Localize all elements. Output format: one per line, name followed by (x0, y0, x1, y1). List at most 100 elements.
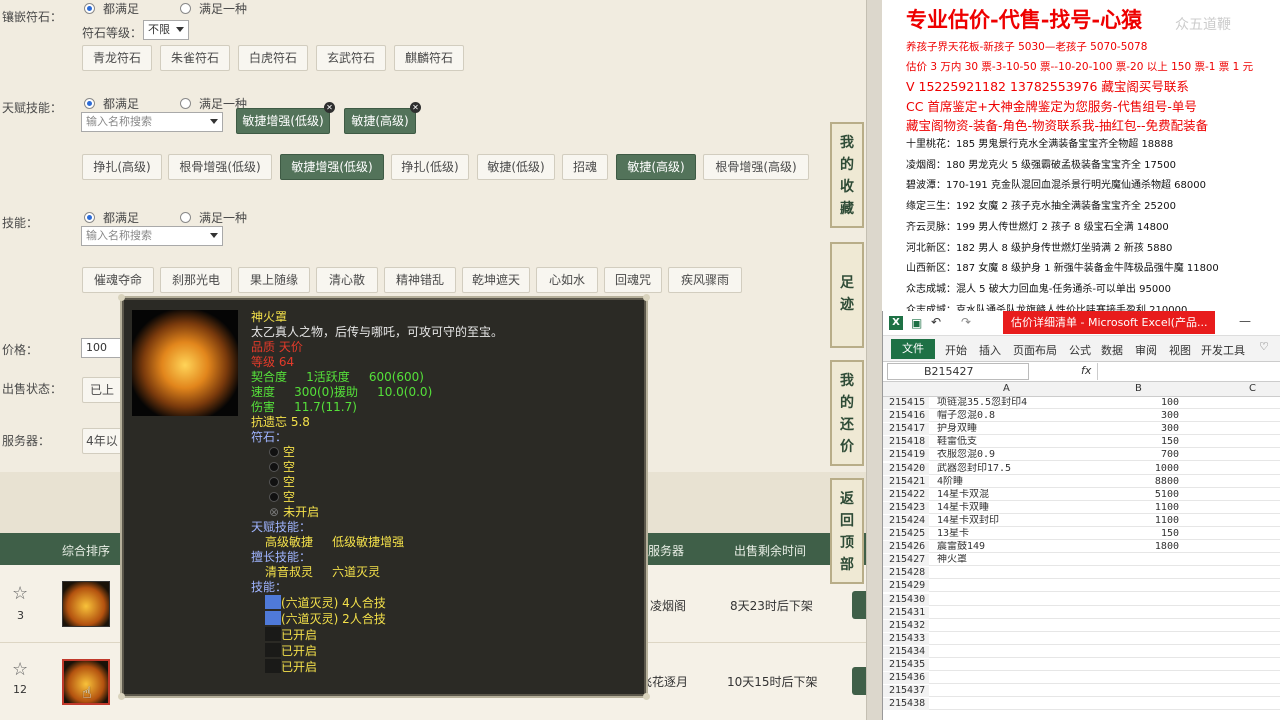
skill-button[interactable]: 心如水 (536, 267, 598, 293)
row-number[interactable]: 215420 (883, 462, 929, 475)
side-button-counteroffer[interactable]: 我的还价 (830, 360, 864, 466)
cell-b[interactable]: 150 (1079, 528, 1179, 540)
cell-a[interactable]: 鞋雷低支 (937, 436, 1077, 448)
sheet-row[interactable]: 215423 14星卡双睡 1100 (883, 501, 1280, 514)
row-number[interactable]: 215426 (883, 541, 929, 554)
sheet-row[interactable]: 215424 14星卡双封印 1100 (883, 514, 1280, 527)
row-number[interactable]: 215438 (883, 698, 929, 711)
sale-status-button[interactable]: 已上 (82, 377, 122, 403)
redo-icon[interactable]: ↷ (961, 315, 971, 329)
row-number[interactable]: 215427 (883, 554, 929, 567)
ribbon-tab[interactable]: 公式 (1069, 342, 1091, 358)
sheet-row[interactable]: 215425 13星卡 150 (883, 528, 1280, 540)
sheet-row[interactable]: 215433 (883, 632, 1280, 645)
cell-b[interactable]: 1800 (1079, 541, 1179, 553)
talent-button[interactable]: 根骨增强(高级) (703, 154, 809, 180)
name-box[interactable]: B215427 (887, 363, 1029, 380)
cell-a[interactable]: 14星卡双睡 (937, 502, 1077, 514)
cell-a[interactable]: 13星卡 (937, 528, 1077, 540)
cell-a[interactable]: 衣服忽混0.9 (937, 449, 1077, 461)
row-number[interactable]: 215422 (883, 488, 929, 501)
side-button-back-to-top[interactable]: 返回顶部 (830, 478, 864, 584)
sheet-row[interactable]: 215431 (883, 606, 1280, 619)
ribbon-tab-file[interactable]: 文件 (891, 339, 935, 359)
col-header[interactable]: B (1135, 382, 1142, 396)
sheet-row[interactable]: 215417 护身双睡 300 (883, 423, 1280, 436)
row-number[interactable]: 215428 (883, 567, 929, 580)
skill-button[interactable]: 精神错乱 (384, 267, 456, 293)
sheet-row[interactable]: 215434 (883, 645, 1280, 658)
cell-b[interactable]: 100 (1079, 397, 1179, 409)
cell-a[interactable]: 神火罩 (937, 554, 1077, 566)
row-number[interactable]: 215435 (883, 659, 929, 671)
side-button-favorites[interactable]: 我的收藏 (830, 122, 864, 228)
row-number[interactable]: 215433 (883, 632, 929, 645)
cell-a[interactable]: 14星卡双混 (937, 489, 1077, 501)
cell-b[interactable]: 1100 (1079, 515, 1179, 527)
rune-level-select[interactable]: 不限 (143, 20, 189, 40)
skill-button[interactable]: 疾风骤雨 (668, 267, 742, 293)
talent-button[interactable]: 招魂 (562, 154, 608, 180)
ribbon-tab[interactable]: 开发工具 (1201, 342, 1245, 358)
row-action-button[interactable] (852, 591, 866, 619)
ribbon-tab[interactable]: 视图 (1169, 342, 1191, 358)
item-thumbnail[interactable] (62, 581, 110, 627)
cell-a[interactable]: 项链混35.5忽封印4 (937, 397, 1077, 409)
cell-a[interactable]: 武器忽封印17.5 (937, 463, 1077, 475)
star-icon[interactable]: ☆ (12, 659, 28, 680)
rune-button-qinglong[interactable]: 青龙符石 (82, 45, 152, 71)
row-number[interactable]: 215416 (883, 410, 929, 423)
sheet-row[interactable]: 215421 4阶睡 8800 (883, 475, 1280, 488)
ribbon-tab[interactable]: 审阅 (1135, 342, 1157, 358)
talent-selected-chip[interactable]: 敏捷增强(低级) ✕ (236, 102, 335, 134)
cell-a[interactable]: 帽子忽混0.8 (937, 410, 1077, 422)
side-button-footprint[interactable]: 足迹 (830, 242, 864, 348)
skill-button[interactable]: 刹那光电 (160, 267, 232, 293)
skill-button[interactable]: 催魂夺命 (82, 267, 154, 293)
ribbon-tab[interactable]: 数据 (1101, 342, 1123, 358)
rune-button-xuanwu[interactable]: 玄武符石 (316, 45, 386, 71)
sheet-row[interactable]: 215416 帽子忽混0.8 300 (883, 410, 1280, 423)
sheet-row[interactable]: 215429 (883, 580, 1280, 593)
talent-search-select[interactable]: 输入名称搜索 (81, 112, 223, 132)
skill-button[interactable]: 果上随缘 (238, 267, 310, 293)
cell-b[interactable]: 8800 (1079, 476, 1179, 488)
sheet-row[interactable]: 215420 武器忽封印17.5 1000 (883, 462, 1280, 475)
star-icon[interactable]: ☆ (12, 583, 28, 604)
row-number[interactable]: 215437 (883, 685, 929, 698)
sheet-grid[interactable]: 215415 项链混35.5忽封印4 100 215416 帽子忽混0.8 300 2154… (883, 397, 1280, 720)
sheet-row[interactable]: 215427 神火罩 (883, 554, 1280, 567)
cell-b[interactable]: 300 (1079, 410, 1179, 422)
talent-button[interactable]: 敏捷增强(低级) (280, 154, 384, 180)
minimize-icon[interactable]: — (1239, 314, 1251, 328)
sort-header[interactable]: 综合排序 (62, 542, 110, 559)
help-icon[interactable]: ♡ (1259, 340, 1269, 353)
row-number[interactable]: 215430 (883, 593, 929, 606)
inlay-one-radio[interactable]: 满足一种 (180, 0, 247, 17)
row-action-button[interactable] (852, 667, 866, 695)
talent-button[interactable]: 敏捷(低级) (477, 154, 555, 180)
skill-button[interactable]: 回魂咒 (604, 267, 662, 293)
sheet-row[interactable]: 215435 (883, 659, 1280, 671)
cell-b[interactable]: 700 (1079, 449, 1179, 461)
cell-b[interactable]: 5100 (1079, 489, 1179, 501)
sheet-row[interactable]: 215422 14星卡双混 5100 (883, 488, 1280, 501)
cell-a[interactable]: 护身双睡 (937, 423, 1077, 435)
sheet-row[interactable]: 215430 (883, 593, 1280, 606)
sheet-row[interactable]: 215437 (883, 685, 1280, 698)
cell-b[interactable]: 1100 (1079, 502, 1179, 514)
talent-button[interactable]: 根骨增强(低级) (168, 154, 272, 180)
rune-button-zhuque[interactable]: 朱雀符石 (160, 45, 230, 71)
row-number[interactable]: 215434 (883, 645, 929, 658)
cell-a[interactable]: 4阶睡 (937, 476, 1077, 488)
row-number[interactable]: 215424 (883, 514, 929, 527)
close-icon[interactable]: ✕ (410, 102, 421, 113)
row-number[interactable]: 215436 (883, 672, 929, 685)
row-number[interactable]: 215429 (883, 580, 929, 593)
ribbon-tab[interactable]: 页面布局 (1013, 342, 1057, 358)
row-number[interactable]: 215432 (883, 619, 929, 632)
skill-one-radio[interactable]: 满足一种 (180, 209, 247, 226)
sheet-row[interactable]: 215418 鞋雷低支 150 (883, 436, 1280, 449)
talent-selected-chip[interactable]: 敏捷(高级) ✕ (344, 102, 421, 134)
row-number[interactable]: 215421 (883, 475, 929, 488)
